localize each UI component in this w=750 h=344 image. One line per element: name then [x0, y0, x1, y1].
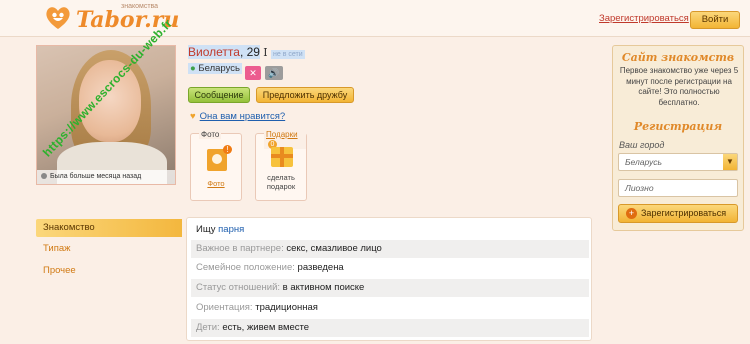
details-row-partner: Важное в партнере: секс, смазливое лицо — [191, 240, 589, 258]
offline-dot-icon — [41, 173, 47, 179]
gift-icon — [271, 147, 293, 167]
profile-name: Виолетта — [188, 45, 240, 59]
photos-card[interactable]: Фото ! Фото — [190, 130, 242, 201]
logo-heart-icon — [46, 7, 70, 29]
register-link[interactable]: Зарегистрироваться — [599, 13, 689, 24]
registration-title: Регистрация — [633, 120, 723, 133]
city-label: Ваш город — [619, 140, 665, 150]
details-row-children: Дети: есть, живем вместе — [191, 319, 589, 337]
sound-icon[interactable]: 🔊 — [265, 66, 283, 80]
details-row-marital: Семейное положение: разведена — [196, 262, 344, 273]
photos-link[interactable]: Фото — [191, 179, 241, 188]
profile-location: ● Беларусь — [188, 63, 242, 74]
city-input[interactable]: Лиозно — [618, 179, 738, 197]
online-status: не в сети — [271, 50, 305, 59]
give-gift-link[interactable]: сделать подарок — [256, 173, 306, 191]
profile-name-line: Виолетта, 29 I не в сети — [188, 45, 305, 59]
like-link[interactable]: Она вам нравится? — [200, 111, 286, 122]
signup-sidebar: Сайт знакомств Первое знакомство уже чер… — [612, 45, 744, 231]
details-row-seeking: Ищу парня — [196, 224, 245, 235]
details-row-relationship: Статус отношений: в активном поиске — [191, 279, 589, 297]
nav-tab-type[interactable]: Типаж — [36, 240, 182, 258]
city-select[interactable]: Беларусь ▼ — [618, 153, 738, 171]
sidebar-register-button[interactable]: + Зарегистрироваться — [618, 204, 738, 223]
details-panel: Ищу парня Важное в партнере: секс, смазл… — [186, 217, 592, 341]
profile-age: , 29 — [239, 45, 260, 59]
sidebar-text: Первое знакомство уже через 5 минут посл… — [619, 66, 739, 107]
gifts-card[interactable]: Подарки0 сделать подарок — [255, 130, 307, 201]
details-row-orientation: Ориентация: традиционная — [196, 302, 318, 313]
profile-photo[interactable]: Была больше месяца назад — [36, 45, 176, 185]
heart-icon: ♥ — [190, 111, 196, 122]
photos-label: Фото — [199, 130, 222, 139]
sidebar-title: Сайт знакомств — [621, 51, 735, 64]
header: знакомства Tabor.ru Зарегистрироваться В… — [0, 0, 750, 37]
photo-status-text: Была больше месяца назад — [50, 173, 142, 180]
location-text: Беларусь — [198, 63, 240, 74]
text-cursor-icon: I — [263, 46, 268, 59]
add-photo-icon: ! — [207, 145, 232, 171]
hide-icon[interactable]: ✕ — [245, 66, 261, 80]
message-button[interactable]: Сообщение — [188, 87, 250, 103]
nav-tab-acquaintance[interactable]: Знакомство — [36, 219, 182, 237]
plus-icon: + — [626, 208, 637, 219]
like-line: ♥ Она вам нравится? — [190, 111, 285, 122]
location-pin-icon: ● — [190, 63, 196, 74]
photo-status: Была больше месяца назад — [37, 170, 175, 184]
chevron-down-icon[interactable]: ▼ — [723, 154, 737, 170]
nav-tab-other[interactable]: Прочее — [36, 262, 182, 280]
friend-request-button[interactable]: Предложить дружбу — [256, 87, 354, 103]
login-button[interactable]: Войти — [690, 11, 740, 29]
